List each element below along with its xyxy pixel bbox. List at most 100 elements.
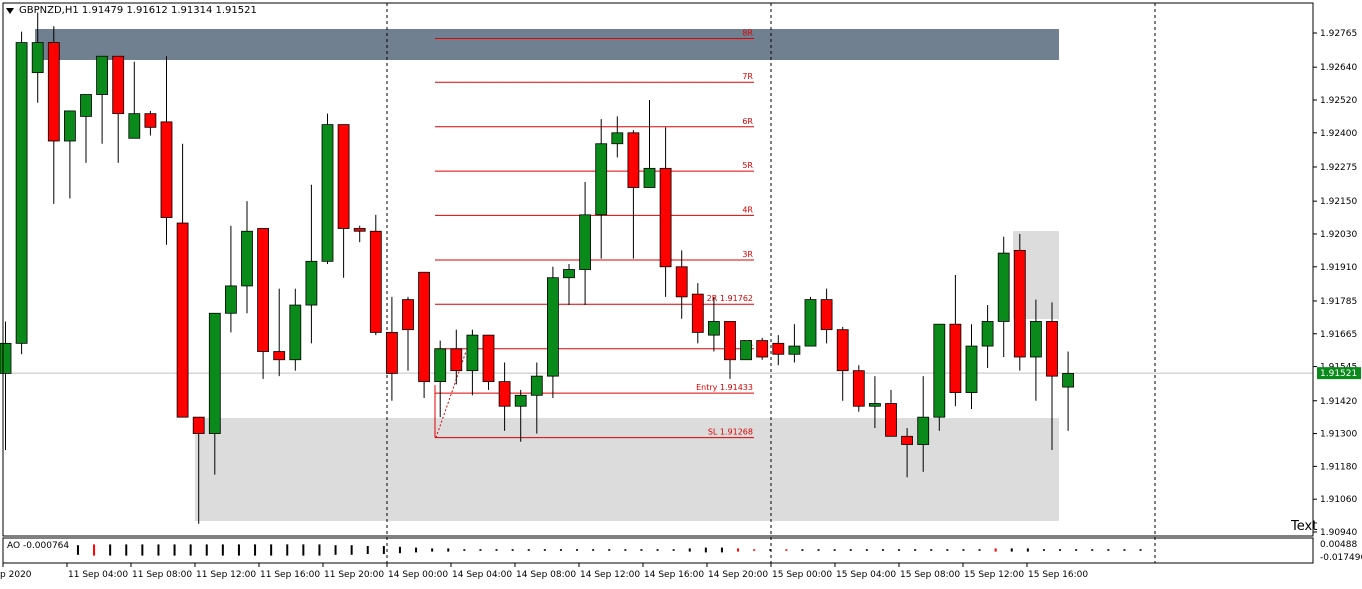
candle[interactable]: [96, 55, 108, 144]
price-tick-label: 1.91665: [1320, 330, 1357, 340]
price-tick-label: 1.91060: [1320, 495, 1357, 505]
candle[interactable]: [659, 127, 672, 297]
time-tick-label: 15 Sep 00:00: [772, 570, 832, 580]
candle-body: [836, 329, 849, 372]
candle-body: [917, 416, 930, 445]
candle[interactable]: [1062, 351, 1074, 431]
candle[interactable]: [337, 124, 350, 278]
candle[interactable]: [289, 288, 302, 371]
time-tick-label: 14 Sep 04:00: [452, 570, 512, 580]
candle[interactable]: [611, 116, 624, 158]
candle[interactable]: [627, 130, 640, 259]
candle[interactable]: [804, 296, 817, 347]
candle[interactable]: [353, 225, 366, 243]
chart-canvas[interactable]: 8R7R6R5R4R3R2R 1.917621REntry 1.91433SL …: [0, 0, 1362, 585]
price-tick-label: 1.92400: [1320, 129, 1357, 139]
candle-body: [80, 94, 92, 117]
supply-zone[interactable]: [35, 29, 1059, 60]
candle[interactable]: [47, 26, 60, 204]
candle[interactable]: [112, 55, 125, 163]
candle[interactable]: [708, 296, 720, 352]
candle[interactable]: [64, 110, 76, 199]
time-tick-label: 11 Sep 20:00: [324, 570, 384, 580]
candle[interactable]: [547, 266, 559, 399]
indicator-max-label: 0.00488: [1320, 540, 1357, 550]
candle-body: [1062, 373, 1074, 388]
demand-zone[interactable]: [195, 418, 1059, 521]
candle[interactable]: [305, 184, 318, 344]
price-tick-label: 1.91910: [1320, 263, 1357, 273]
candle-body: [691, 293, 704, 333]
candle-body: [627, 132, 640, 188]
candle-body: [289, 304, 302, 361]
candle-body: [885, 403, 897, 437]
candle[interactable]: [595, 119, 608, 259]
candle[interactable]: [128, 61, 141, 139]
candle[interactable]: [788, 324, 801, 363]
candle[interactable]: [482, 334, 495, 390]
candle[interactable]: [176, 143, 189, 418]
time-tick-label: 11 Sep 2020: [0, 570, 32, 580]
candle[interactable]: [772, 335, 785, 366]
candle-body: [160, 121, 173, 218]
candle-body: [128, 113, 141, 139]
candle-body: [64, 110, 76, 142]
time-tick-label: 14 Sep 12:00: [580, 570, 640, 580]
candle[interactable]: [852, 365, 865, 412]
candle-body: [305, 260, 318, 306]
candle[interactable]: [563, 264, 575, 306]
price-tick-label: 1.91300: [1320, 430, 1357, 440]
candle[interactable]: [241, 201, 253, 314]
candle[interactable]: [740, 340, 752, 361]
level-label: 7R: [742, 72, 753, 81]
candle[interactable]: [579, 182, 591, 306]
candle[interactable]: [450, 329, 463, 385]
indicator-min-label: -0.017496: [1320, 553, 1362, 563]
candle[interactable]: [981, 305, 994, 368]
time-tick-label: 11 Sep 08:00: [132, 570, 192, 580]
text-object[interactable]: Text: [1291, 519, 1317, 534]
price-tick-label: 1.91785: [1320, 297, 1357, 307]
candle[interactable]: [997, 236, 1010, 358]
dropdown-arrow-icon[interactable]: [6, 7, 14, 14]
candle[interactable]: [1013, 233, 1026, 371]
candle[interactable]: [31, 12, 44, 103]
candle[interactable]: [224, 225, 237, 333]
candle[interactable]: [0, 321, 12, 450]
candle-body: [869, 403, 881, 407]
candle[interactable]: [643, 99, 656, 188]
candle[interactable]: [273, 288, 286, 377]
candle[interactable]: [965, 324, 978, 409]
candle[interactable]: [933, 323, 946, 431]
candle[interactable]: [321, 113, 334, 265]
candle[interactable]: [820, 288, 833, 344]
price-tick-label: 1.92765: [1320, 29, 1357, 39]
candle-body: [241, 230, 253, 287]
candle[interactable]: [80, 94, 92, 163]
candle[interactable]: [756, 337, 769, 360]
candle[interactable]: [836, 326, 849, 401]
price-tick-label: 1.92150: [1320, 197, 1357, 207]
time-tick-label: 15 Sep 08:00: [900, 570, 960, 580]
candle[interactable]: [418, 271, 431, 399]
candle[interactable]: [466, 329, 479, 396]
candle[interactable]: [949, 274, 962, 407]
chart-window[interactable]: 8R7R6R5R4R3R2R 1.917621REntry 1.91433SL …: [0, 0, 1362, 585]
candle[interactable]: [385, 296, 398, 401]
candle[interactable]: [885, 389, 897, 437]
candle[interactable]: [724, 321, 736, 379]
candle[interactable]: [15, 31, 28, 355]
time-tick-label: 11 Sep 16:00: [260, 570, 320, 580]
candle-body: [224, 285, 237, 314]
candle-body: [804, 299, 817, 347]
candle[interactable]: [675, 250, 688, 319]
candle[interactable]: [144, 110, 157, 136]
candle[interactable]: [402, 296, 414, 371]
candle[interactable]: [257, 228, 270, 379]
candle[interactable]: [434, 340, 447, 418]
candle-body: [192, 416, 205, 434]
candle[interactable]: [160, 56, 173, 245]
candle[interactable]: [691, 283, 704, 344]
candle-body: [176, 222, 189, 418]
candle[interactable]: [369, 214, 382, 336]
